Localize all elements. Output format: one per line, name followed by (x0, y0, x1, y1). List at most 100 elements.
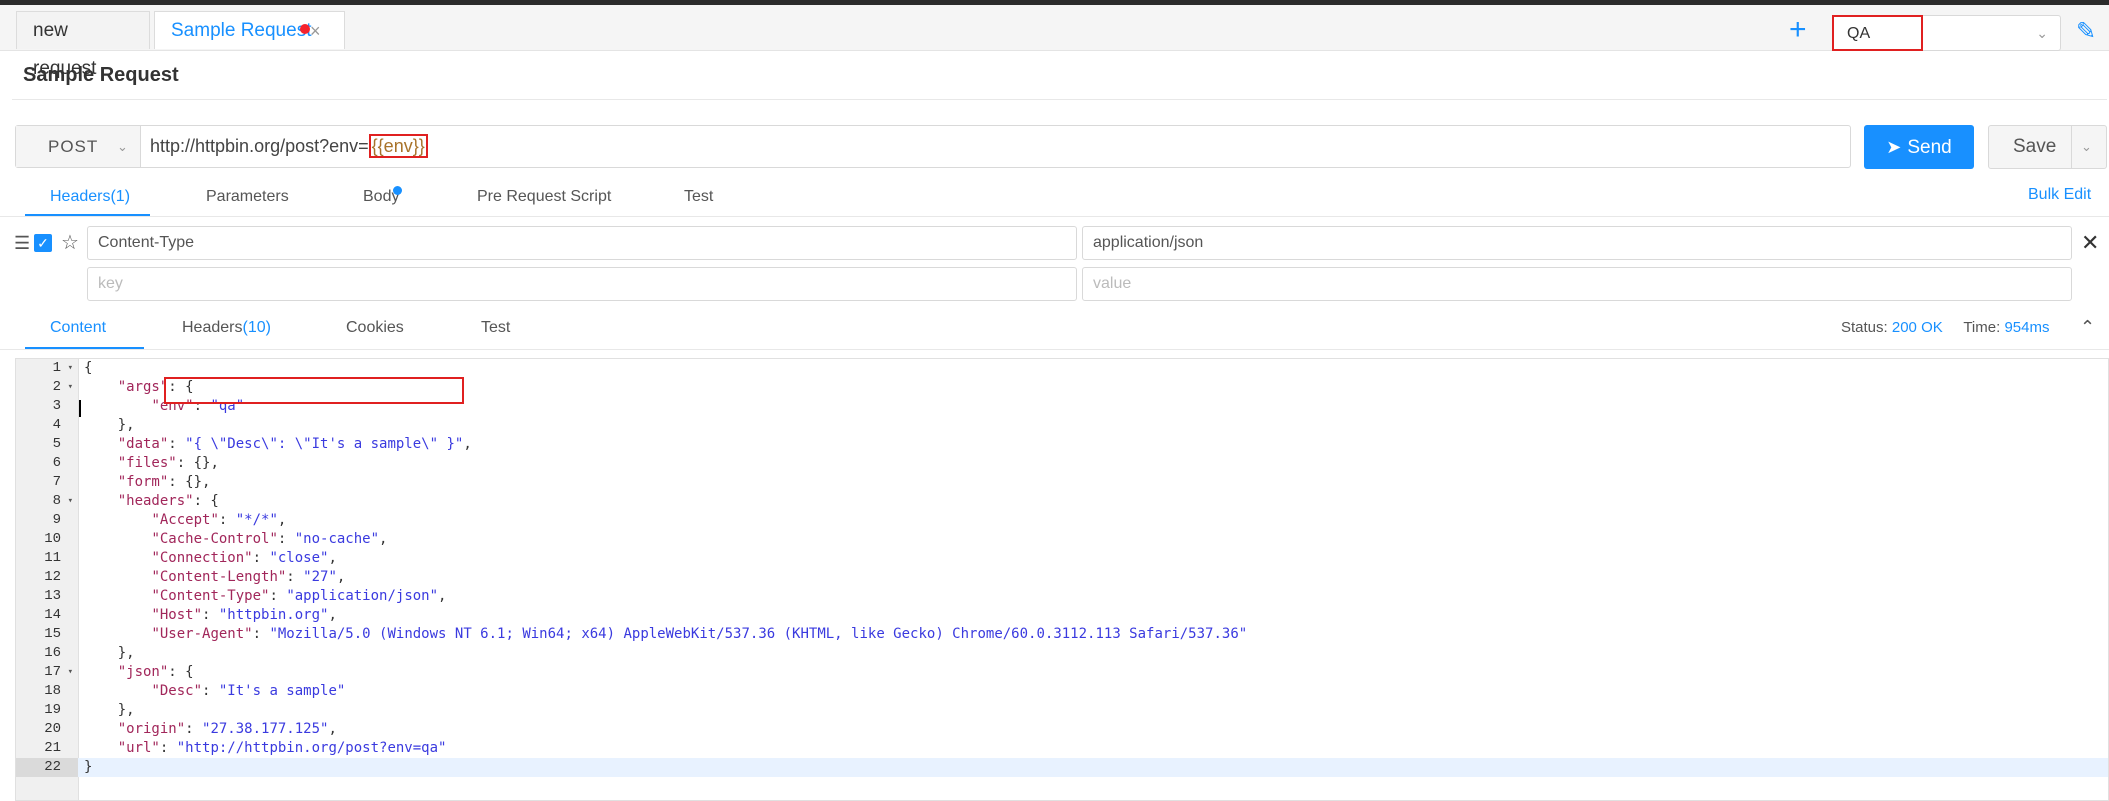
star-icon[interactable]: ☆ (61, 230, 79, 255)
add-tab-plus-icon[interactable]: + (1789, 15, 1807, 45)
line-number: 1 ▾ (16, 359, 78, 378)
tab-label: Sample Request (171, 20, 312, 41)
fold-arrow-icon[interactable]: ▾ (68, 359, 73, 378)
code-text: "form": {}, (84, 473, 211, 492)
line-number-text: 6 (52, 455, 61, 471)
tab-content[interactable]: Content (50, 319, 106, 337)
code-lines: 1 ▾{2 ▾ "args": {3 "env": "qa" 4 }, 5 "data"… (16, 359, 2108, 777)
fold-arrow-icon[interactable]: ▾ (68, 663, 73, 682)
code-line: 14 "Host": "httpbin.org", (16, 606, 2108, 625)
line-number: 10 (16, 530, 78, 549)
code-text: "Desc": "It's a sample" (84, 682, 345, 701)
fold-arrow-icon[interactable]: ▾ (68, 378, 73, 397)
new-header-key-field[interactable] (87, 267, 1077, 301)
url-input[interactable]: http://httpbin.org/post?env= {{env}} (150, 126, 428, 167)
line-number-text: 16 (44, 645, 61, 661)
chevron-up-icon[interactable]: ⌃ (2080, 317, 2095, 338)
line-number-text: 7 (52, 474, 61, 490)
json-key: "origin" (117, 721, 186, 737)
json-punctuation (84, 474, 118, 490)
line-number: 6 (16, 454, 78, 473)
line-number-text: 12 (44, 569, 61, 585)
tab-cookies[interactable]: Cookies (346, 319, 404, 337)
json-punctuation: : (252, 626, 270, 642)
line-number-text: 1 (52, 360, 61, 376)
line-number-text: 8 (52, 493, 61, 509)
new-value-input[interactable] (1083, 268, 2071, 300)
line-number-text: 21 (44, 740, 61, 756)
line-number: 12 (16, 568, 78, 587)
line-number-text: 20 (44, 721, 61, 737)
status-value: 200 OK (1891, 319, 1943, 336)
json-key: "Connection" (151, 550, 253, 566)
page-title: Sample Request (23, 64, 179, 86)
response-code-editor[interactable]: 1 ▾{2 ▾ "args": {3 "env": "qa" 4 }, 5 "data"… (15, 358, 2109, 801)
header-value-field[interactable] (1082, 226, 2072, 260)
close-icon[interactable]: × (310, 12, 321, 50)
tab-response-test[interactable]: Test (481, 319, 510, 337)
request-tab-strip: new request Sample Request × + QA ⌄ ✎ (0, 5, 2109, 79)
fold-arrow-icon[interactable]: ▾ (68, 492, 73, 511)
json-string: "*/*" (235, 512, 278, 528)
active-tab-indicator (25, 214, 150, 216)
chevron-down-icon[interactable]: ⌄ (2081, 126, 2092, 168)
drag-handle-icon[interactable]: ☰ (14, 233, 30, 254)
remove-header-close-icon[interactable]: ✕ (2081, 230, 2099, 256)
line-number: 20 (16, 720, 78, 739)
code-line: 1 ▾{ (16, 359, 2108, 378)
header-value-input[interactable] (1083, 227, 2071, 259)
tab-headers[interactable]: Headers(1) (50, 188, 130, 206)
chevron-down-icon: ⌄ (2036, 25, 2048, 41)
code-text: }, (84, 644, 135, 663)
line-number: 5 (16, 435, 78, 454)
tab-response-headers[interactable]: Headers(10) (182, 319, 271, 337)
save-button[interactable]: Save ⌄ (1988, 125, 2107, 169)
code-text: "files": {}, (84, 454, 219, 473)
tab-test[interactable]: Test (684, 188, 713, 206)
json-string: "27" (303, 569, 337, 585)
environment-select[interactable]: QA ⌄ (1832, 15, 2061, 51)
divider (2071, 126, 2072, 168)
line-number: 7 (16, 473, 78, 492)
json-punctuation (84, 436, 118, 452)
tab-pre-request-script[interactable]: Pre Request Script (477, 188, 611, 206)
json-key: "Content-Length" (151, 569, 287, 585)
line-number: 4 (16, 416, 78, 435)
header-key-input[interactable] (88, 227, 1076, 259)
headers-label: Headers (182, 319, 243, 336)
json-key: "Host" (151, 607, 203, 623)
method-select[interactable]: POST ⌄ (16, 126, 141, 167)
json-punctuation: : (286, 569, 304, 585)
tab-sample-request[interactable]: Sample Request × (154, 11, 345, 49)
code-text: "Content-Length": "27", (84, 568, 345, 587)
request-tabs: Headers(1) Parameters Body Pre Request S… (0, 180, 2109, 217)
json-punctuation (84, 569, 151, 585)
json-string: "close" (269, 550, 329, 566)
code-text: "Accept": "*/*", (84, 511, 286, 530)
line-number-text: 18 (44, 683, 61, 699)
json-key: "Desc" (151, 683, 203, 699)
tab-parameters[interactable]: Parameters (206, 188, 289, 206)
save-label: Save (2013, 136, 2057, 157)
response-tabs: Content Headers(10) Cookies Test Status:… (0, 313, 2109, 350)
json-punctuation (84, 607, 151, 623)
code-text: }, (84, 416, 135, 435)
send-button[interactable]: ➤ Send (1864, 125, 1974, 169)
new-header-value-field[interactable] (1082, 267, 2072, 301)
code-text: "data": "{ \"Desc\": \"It's a sample\" }… (84, 435, 472, 454)
line-number-text: 2 (52, 379, 61, 395)
json-punctuation: : { (168, 664, 194, 680)
response-status: Status: 200 OK Time: 954ms (1841, 319, 2049, 336)
checkbox-icon[interactable]: ✓ (34, 234, 52, 252)
headers-count: (10) (242, 319, 271, 336)
bulk-edit-link[interactable]: Bulk Edit (2028, 186, 2091, 204)
json-punctuation: , (438, 588, 447, 604)
json-punctuation: }, (84, 645, 135, 661)
line-number: 21 (16, 739, 78, 758)
json-punctuation (84, 740, 118, 756)
new-key-input[interactable] (88, 268, 1076, 300)
code-text: "User-Agent": "Mozilla/5.0 (Windows NT 6… (84, 625, 1247, 644)
edit-environment-pencil-icon[interactable]: ✎ (2076, 17, 2096, 46)
header-key-field[interactable] (87, 226, 1077, 260)
tab-new-request[interactable]: new request (16, 11, 150, 79)
